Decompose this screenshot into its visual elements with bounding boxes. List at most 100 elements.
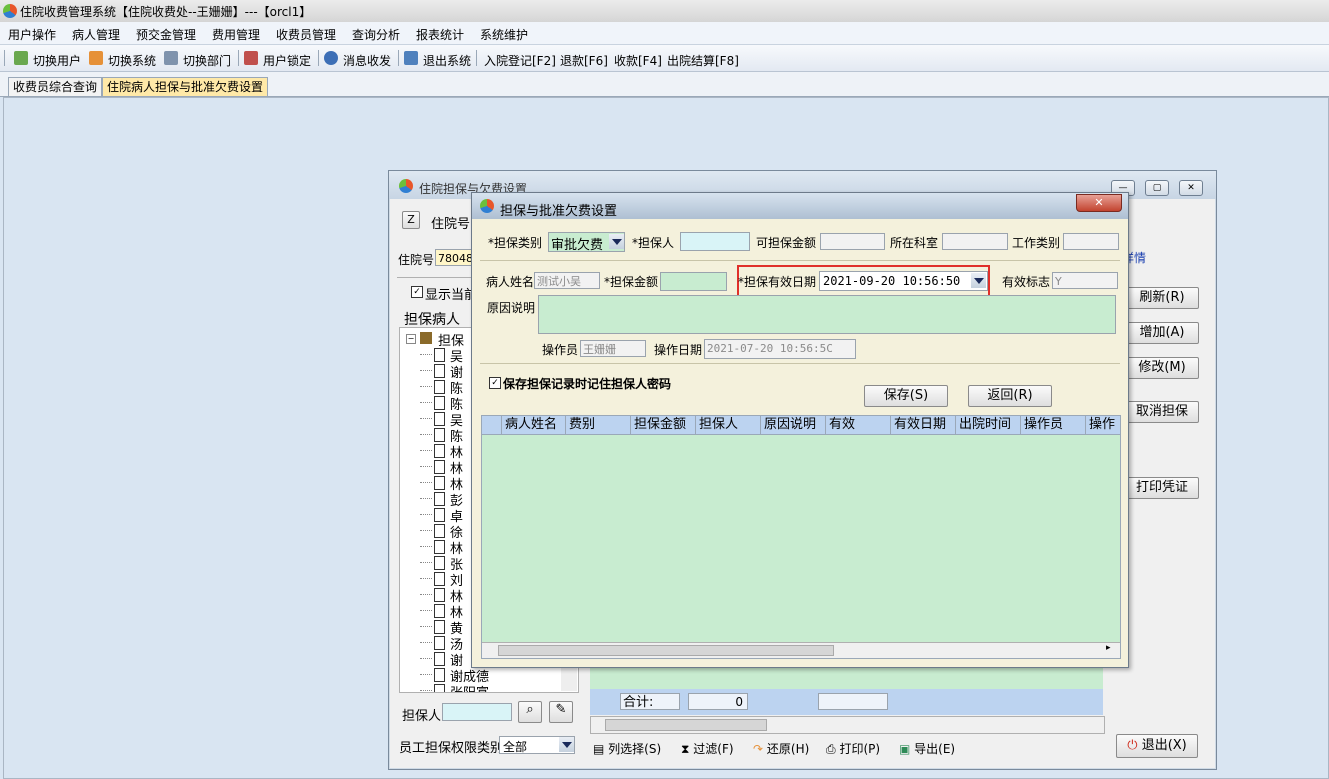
add-button[interactable]: 增加(A)	[1125, 322, 1199, 344]
menu-deposit[interactable]: 预交金管理	[136, 26, 196, 43]
menu-cashier[interactable]: 收费员管理	[276, 26, 336, 43]
grid-scroll-thumb[interactable]	[498, 645, 834, 656]
document-icon	[434, 492, 445, 506]
menu-system[interactable]: 系统维护	[480, 26, 528, 43]
lock-user-icon	[244, 51, 258, 65]
menu-patient[interactable]: 病人管理	[72, 26, 120, 43]
export-button[interactable]: ▣ 导出(E)	[899, 740, 955, 757]
total-amount-cell	[818, 693, 888, 710]
save-button[interactable]: 保存(S)	[864, 385, 948, 407]
tree-connector	[420, 450, 432, 451]
save-pwd-checkbox[interactable]: ✓	[489, 377, 501, 389]
switch-user-button[interactable]: 切换用户	[33, 52, 81, 69]
restore-button[interactable]: ↷ 还原(H)	[753, 740, 809, 757]
refresh-button[interactable]: 刷新(R)	[1125, 287, 1199, 309]
maximize-icon[interactable]: ▢	[1145, 180, 1169, 196]
grid-hscrollbar[interactable]: ▸	[482, 642, 1120, 658]
tree-scroll-down-icon[interactable]	[561, 667, 577, 691]
switch-dept-button[interactable]: 切换部门	[183, 52, 231, 69]
col-discharge-time[interactable]: 出院时间	[956, 416, 1021, 434]
valid-date-picker[interactable]: 2021-09-20 10:56:50	[819, 271, 988, 291]
guarantor-input[interactable]	[680, 232, 750, 251]
tree-connector	[420, 370, 432, 371]
col-guarantor[interactable]: 担保人	[696, 416, 761, 434]
divider	[480, 363, 1120, 364]
tree-connector	[420, 514, 432, 515]
close-icon[interactable]: ✕	[1179, 180, 1203, 196]
document-icon	[434, 668, 445, 682]
lock-user-button[interactable]: 用户锁定	[263, 52, 311, 69]
exit-button[interactable]: ⏻ 退出(X)	[1116, 734, 1198, 758]
menu-user[interactable]: 用户操作	[8, 26, 56, 43]
dialog-close-icon[interactable]: ✕	[1076, 194, 1122, 212]
date-dropdown-icon[interactable]	[971, 273, 986, 288]
print-voucher-button[interactable]: 打印凭证	[1125, 477, 1199, 499]
tree-connector	[420, 674, 432, 675]
reason-textarea[interactable]	[538, 295, 1116, 334]
dept-field	[942, 233, 1008, 250]
tree-connector	[420, 386, 432, 387]
column-select-button[interactable]: ▤ 列选择(S)	[593, 740, 661, 757]
col-valid-date[interactable]: 有效日期	[891, 416, 956, 434]
tab-cashier-query[interactable]: 收费员综合查询	[8, 77, 103, 96]
outer-scroll-thumb[interactable]	[605, 719, 767, 731]
tree-connector	[420, 690, 432, 691]
document-icon	[434, 444, 445, 458]
z-key-button[interactable]: Z	[402, 211, 420, 229]
toolbar-separator	[238, 50, 239, 66]
clear-icon[interactable]: ✎	[549, 701, 573, 723]
type-dropdown-icon[interactable]	[609, 234, 624, 249]
col-patient-name[interactable]: 病人姓名	[502, 416, 566, 434]
refund-button[interactable]: 退款[F6]	[560, 52, 608, 69]
cancel-guarantee-button[interactable]: 取消担保	[1125, 401, 1199, 423]
show-current-checkbox[interactable]: ✓	[411, 286, 423, 298]
toolbar-separator	[318, 50, 319, 66]
back-button[interactable]: 返回(R)	[968, 385, 1052, 407]
grid-header: 病人姓名 费别 担保金额 担保人 原因说明 有效 有效日期 出院时间 操作员 操…	[482, 416, 1120, 435]
document-icon	[434, 572, 445, 586]
message-button[interactable]: 消息收发	[343, 52, 391, 69]
admission-button[interactable]: 入院登记[F2]	[484, 52, 556, 69]
perm-dropdown-icon[interactable]	[559, 737, 574, 752]
search-icon[interactable]: ⌕	[518, 701, 542, 723]
menu-fee[interactable]: 费用管理	[212, 26, 260, 43]
col-valid[interactable]: 有效	[826, 416, 891, 434]
guarantor-search-input[interactable]	[442, 703, 512, 721]
tree-item[interactable]: 张阳富	[450, 682, 489, 692]
col-reason[interactable]: 原因说明	[761, 416, 826, 434]
menu-report[interactable]: 报表统计	[416, 26, 464, 43]
document-icon	[434, 348, 445, 362]
document-icon	[434, 428, 445, 442]
type-select[interactable]: 审批欠费	[548, 232, 625, 253]
inpatient-label: 住院号	[398, 253, 435, 267]
switch-system-button[interactable]: 切换系统	[108, 52, 156, 69]
type-value: 审批欠费	[551, 238, 604, 253]
restore-icon: ↷	[753, 742, 764, 756]
tree-collapse-icon[interactable]: −	[406, 334, 416, 344]
outer-hscrollbar[interactable]	[590, 716, 1105, 734]
inpatient-input[interactable]: 780485	[435, 249, 480, 266]
tab-guarantee-setting[interactable]: 住院病人担保与批准欠费设置	[102, 77, 269, 96]
guarantee-grid[interactable]: 病人姓名 费别 担保金额 担保人 原因说明 有效 有效日期 出院时间 操作员 操…	[481, 415, 1121, 659]
folder-icon	[420, 332, 432, 344]
amount-input[interactable]	[660, 272, 727, 291]
collect-button[interactable]: 收款[F4]	[614, 52, 662, 69]
col-amount[interactable]: 担保金额	[631, 416, 696, 434]
guarantor-label: *担保人	[632, 236, 675, 250]
discharge-button[interactable]: 出院结算[F8]	[667, 52, 739, 69]
filter-button[interactable]: ⧗ 过滤(F)	[681, 740, 734, 757]
col-fee-type[interactable]: 费别	[566, 416, 631, 434]
scroll-right-icon[interactable]: ▸	[1106, 643, 1111, 653]
tree-connector	[420, 418, 432, 419]
print-button[interactable]: ⎙ 打印(P)	[826, 740, 880, 757]
message-icon	[324, 51, 338, 65]
exit-system-button[interactable]: 退出系统	[423, 52, 471, 69]
menu-query[interactable]: 查询分析	[352, 26, 400, 43]
modify-button[interactable]: 修改(M)	[1125, 357, 1199, 379]
perm-select[interactable]: 全部	[499, 736, 575, 754]
tree-connector	[420, 594, 432, 595]
col-op[interactable]: 操作	[1086, 416, 1120, 434]
guarantee-patient-label: 担保病人	[404, 312, 460, 328]
patient-name-field: 测试小吴	[534, 272, 600, 289]
col-operator[interactable]: 操作员	[1021, 416, 1086, 434]
